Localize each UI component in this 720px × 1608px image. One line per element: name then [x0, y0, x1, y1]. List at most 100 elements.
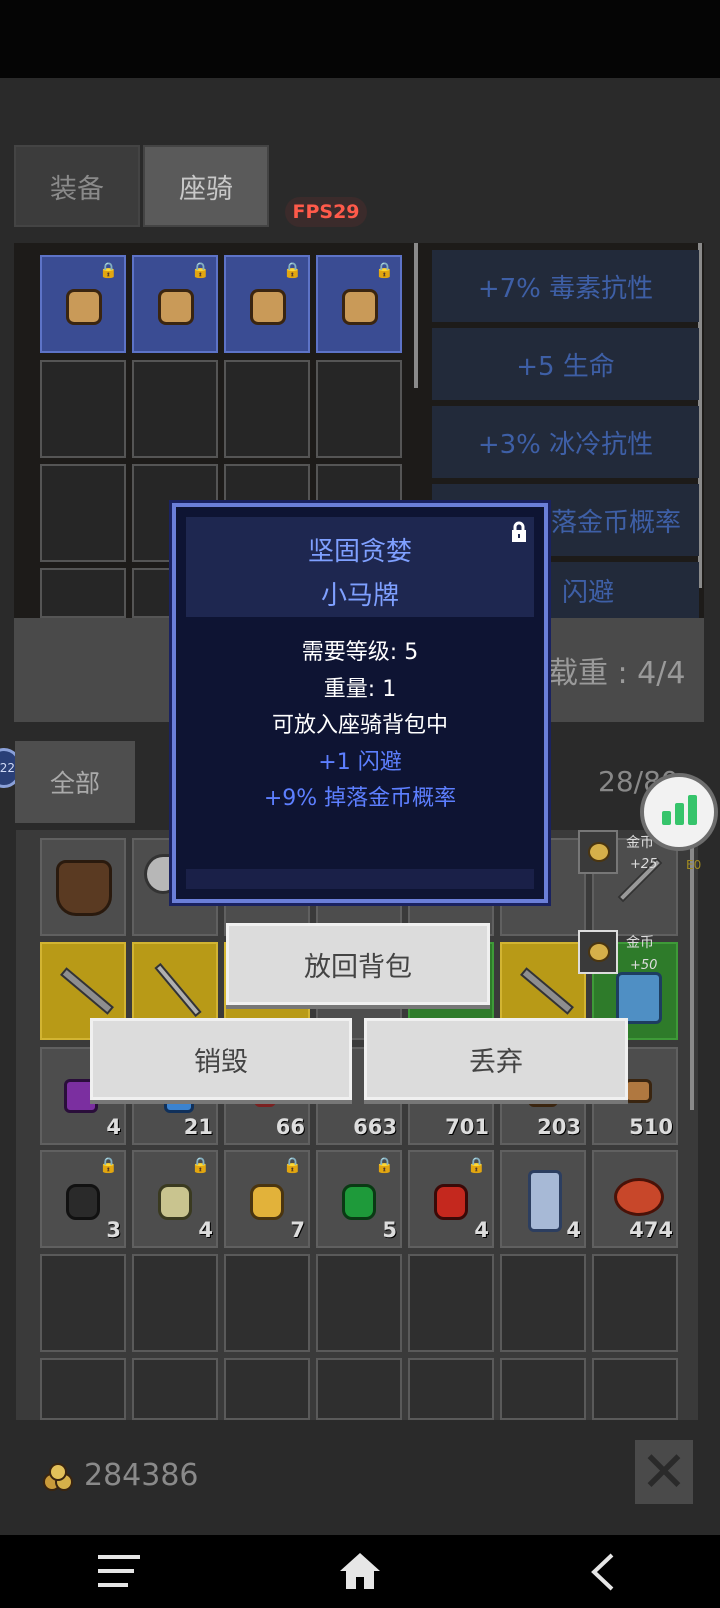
- bag-slot-empty[interactable]: [224, 1358, 310, 1420]
- gold-notify-amount: +50: [630, 958, 658, 973]
- item-quantity: 21: [183, 1115, 213, 1139]
- chart-bars-icon: [661, 811, 671, 825]
- item-quantity: 4: [198, 1218, 213, 1242]
- home-icon[interactable]: [338, 1549, 382, 1593]
- bag-slot-empty[interactable]: [40, 1358, 126, 1420]
- fps-counter: FPS29: [285, 197, 367, 227]
- menu-icon[interactable]: [98, 1551, 140, 1591]
- bag-slot-empty[interactable]: [592, 1358, 678, 1420]
- mount-slot-empty[interactable]: [224, 360, 310, 458]
- bag-slot-empty[interactable]: [224, 1254, 310, 1352]
- bag-slot[interactable]: 🔒 4: [132, 1150, 218, 1248]
- item-quantity: 4: [106, 1115, 121, 1139]
- item-name: 小马牌: [320, 581, 399, 611]
- discard-button[interactable]: 丢弃: [364, 1018, 628, 1100]
- roast-meat-icon: [614, 1178, 664, 1216]
- destroy-button[interactable]: 销毁: [90, 1018, 352, 1100]
- gold-gem-icon: [250, 1184, 284, 1220]
- lock-icon: 🔒: [99, 261, 118, 279]
- item-bonus: +1 闪避: [318, 750, 402, 775]
- item-quantity: 7: [290, 1218, 305, 1242]
- chart-bar: [674, 803, 684, 825]
- stats-float-button[interactable]: [640, 773, 718, 851]
- bag-slot-empty[interactable]: [132, 1358, 218, 1420]
- filter-all-button[interactable]: 全部: [15, 741, 135, 823]
- item-tooltip: 坚固贪婪 小马牌 需要等级: 5 重量: 1 可放入座骑背包中 +1 闪避 +9…: [172, 503, 548, 903]
- black-gem-icon: [66, 1184, 100, 1220]
- item-quantity: 66: [275, 1115, 305, 1139]
- bag-slot[interactable]: 🔒 5: [316, 1150, 402, 1248]
- mount-slot[interactable]: 🔒: [132, 255, 218, 353]
- close-button[interactable]: ✕: [635, 1439, 693, 1505]
- bag-slot-empty[interactable]: [592, 1254, 678, 1352]
- armor-icon: [56, 860, 112, 916]
- cloth-armor-icon: [616, 972, 662, 1024]
- bag-slot-empty[interactable]: [500, 1254, 586, 1352]
- gold-notify-amount: +25: [630, 857, 658, 872]
- gold-coin-icon: [40, 1462, 76, 1492]
- item-quantity: 474: [629, 1218, 673, 1242]
- mount-slot[interactable]: 🔒: [40, 255, 126, 353]
- lock-icon[interactable]: [510, 521, 528, 543]
- mount-slot-empty[interactable]: [40, 464, 126, 562]
- tab-mount[interactable]: 座骑: [143, 145, 269, 227]
- bag-slot[interactable]: 🔒 7: [224, 1150, 310, 1248]
- bag-slot-empty[interactable]: [500, 1358, 586, 1420]
- bag-slot-empty[interactable]: [408, 1358, 494, 1420]
- mount-stat: +5 生命: [432, 328, 699, 400]
- lock-icon: 🔒: [191, 261, 210, 279]
- bag-slot-empty[interactable]: [408, 1254, 494, 1352]
- status-bar: [0, 0, 720, 78]
- leather-icon: [624, 1079, 652, 1103]
- bag-slot[interactable]: [40, 838, 126, 936]
- gold-hint: E0: [686, 858, 702, 872]
- item-quantity: 3: [106, 1218, 121, 1242]
- mount-slot-empty[interactable]: [316, 360, 402, 458]
- red-gem-icon: [434, 1184, 468, 1220]
- close-icon: ✕: [640, 1439, 688, 1505]
- green-gem-icon: [342, 1184, 376, 1220]
- pale-gem-icon: [158, 1184, 192, 1220]
- weight-label: 载重 : 4/4: [548, 656, 686, 691]
- bag-slot-empty[interactable]: [132, 1254, 218, 1352]
- horse-badge-icon: [250, 289, 286, 325]
- item-quantity: 4: [474, 1218, 489, 1242]
- item-quantity: 663: [353, 1115, 397, 1139]
- mount-slot-empty[interactable]: [132, 360, 218, 458]
- bag-slot-empty[interactable]: [316, 1358, 402, 1420]
- bag-scrollbar[interactable]: [690, 830, 694, 1110]
- mount-slot[interactable]: 🔒: [316, 255, 402, 353]
- mount-slot-empty[interactable]: [40, 360, 126, 458]
- back-icon[interactable]: [588, 1551, 618, 1593]
- bag-slot[interactable]: 4: [500, 1150, 586, 1248]
- bag-slot-empty[interactable]: [40, 1254, 126, 1352]
- lock-icon: 🔒: [191, 1156, 210, 1174]
- tab-equipment[interactable]: 装备: [14, 145, 140, 227]
- mount-stat: +7% 毒素抗性: [432, 250, 699, 322]
- return-to-bag-button[interactable]: 放回背包: [226, 923, 490, 1005]
- item-weight: 重量: 1: [323, 677, 397, 702]
- gold-notify-label: 金币: [626, 935, 654, 951]
- bag-slot[interactable]: 474: [592, 1150, 678, 1248]
- item-bonus: +9% 掉落金币概率: [263, 786, 457, 811]
- mount-slot[interactable]: 🔒: [224, 255, 310, 353]
- bag-slot[interactable]: 🔒 3: [40, 1150, 126, 1248]
- chart-bar: [687, 795, 697, 825]
- item-quantity: 5: [382, 1218, 397, 1242]
- scroll-icon: [528, 1170, 562, 1232]
- tooltip-header: 坚固贪婪 小马牌: [186, 517, 534, 617]
- bag-slot[interactable]: 🔒 4: [408, 1150, 494, 1248]
- bag-slot-empty[interactable]: [316, 1254, 402, 1352]
- scrollbar[interactable]: [414, 243, 418, 388]
- gold-notify-coin-icon: [578, 830, 618, 874]
- lock-icon: 🔒: [467, 1156, 486, 1174]
- item-quantity: 510: [629, 1115, 673, 1139]
- lock-icon: 🔒: [283, 1156, 302, 1174]
- mount-slot-empty[interactable]: [40, 568, 126, 618]
- halberd-icon: [520, 967, 574, 1015]
- item-quantity: 203: [537, 1115, 581, 1139]
- halberd-icon: [60, 967, 114, 1015]
- item-quantity: 701: [445, 1115, 489, 1139]
- gold-notify-coin-icon: [578, 930, 618, 974]
- horse-badge-icon: [342, 289, 378, 325]
